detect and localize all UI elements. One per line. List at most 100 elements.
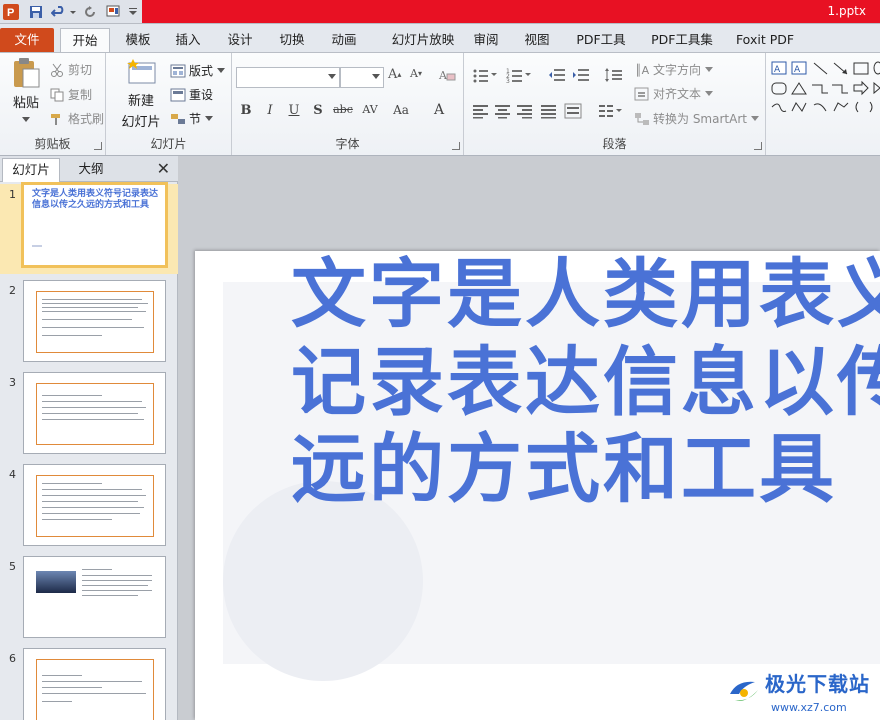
change-case-icon[interactable]: Aa <box>388 103 414 121</box>
tab-template[interactable]: 模板 <box>116 28 160 52</box>
columns-icon[interactable] <box>598 103 624 119</box>
layout-button[interactable]: 版式 <box>170 62 226 79</box>
align-text-button[interactable]: 对齐文本 <box>634 85 714 102</box>
shapes-gallery-icons[interactable]: A A <box>770 59 880 131</box>
font-color-icon[interactable]: A <box>428 102 450 120</box>
tab-file[interactable]: 文件 <box>0 28 54 52</box>
thumbnail-text-line <box>42 507 144 508</box>
underline-icon[interactable]: U <box>284 103 304 121</box>
svg-text:3: 3 <box>506 78 510 83</box>
section-button[interactable]: 节 <box>170 110 214 127</box>
thumbnail-text-line <box>42 687 102 688</box>
tab-foxit-pdf[interactable]: Foxit PDF <box>730 28 800 52</box>
tab-animations[interactable]: 动画 <box>322 28 366 52</box>
slide-canvas[interactable]: 文字是人类用表义 记录表达信息以传 远的方式和工具 <box>195 251 880 720</box>
clear-formatting-icon[interactable]: A <box>438 67 456 83</box>
tab-design[interactable]: 设计 <box>218 28 262 52</box>
line-spacing-icon[interactable] <box>604 67 628 83</box>
tab-slides-pane[interactable]: 幻灯片 <box>2 158 60 182</box>
grow-font-icon[interactable]: A ▴ <box>388 67 401 82</box>
layout-icon <box>170 64 186 77</box>
reset-button[interactable]: 重设 <box>170 86 213 103</box>
slide-title-line-3[interactable]: 远的方式和工具 <box>291 426 837 512</box>
undo-icon[interactable] <box>50 3 68 21</box>
strikethrough-icon[interactable]: abc <box>330 103 356 121</box>
start-slideshow-icon[interactable] <box>104 3 122 21</box>
undo-dropdown-icon[interactable] <box>68 3 78 21</box>
font-launcher-icon[interactable] <box>452 142 460 150</box>
convert-smartart-button[interactable]: 转换为 SmartArt <box>634 110 759 127</box>
tab-insert[interactable]: 插入 <box>166 28 210 52</box>
slides-group-label: 幻灯片 <box>150 137 187 151</box>
align-left-icon[interactable] <box>472 103 490 119</box>
bullets-icon[interactable] <box>472 67 498 83</box>
increase-indent-icon[interactable] <box>572 67 590 83</box>
shadow-icon[interactable]: S <box>308 103 328 121</box>
slide-thumbnail-3[interactable]: 3 <box>0 372 178 462</box>
slide-thumbnail-5[interactable]: 5 <box>0 556 178 646</box>
font-name-combo[interactable] <box>236 67 340 88</box>
slide-number: 1 <box>9 188 16 201</box>
copy-label: 复制 <box>68 88 93 102</box>
tab-transitions[interactable]: 切换 <box>270 28 314 52</box>
text-direction-button[interactable]: ║A 文字方向 <box>634 61 714 78</box>
thumbnail-text-line <box>42 303 148 304</box>
tab-review[interactable]: 审阅 <box>464 28 508 52</box>
thumbnail-text-line <box>42 681 142 682</box>
ribbon-tab-row: 文件 开始 模板 插入 设计 切换 动画 幻灯片放映 审阅 视图 PDF工具 P… <box>0 24 880 52</box>
slide-thumbnail-4[interactable]: 4 <box>0 464 178 554</box>
close-icon[interactable]: ✕ <box>157 159 170 178</box>
clipboard-launcher-icon[interactable] <box>94 142 102 150</box>
tab-view[interactable]: 视图 <box>515 28 559 52</box>
decrease-indent-icon[interactable] <box>548 67 566 83</box>
ribbon: 粘贴 剪切 复制 格式刷 剪贴板 新建 幻灯片 版式 重设 节 幻灯片 A ▴ … <box>0 52 880 156</box>
new-slide-button[interactable]: 新建 幻灯片 <box>116 57 166 130</box>
thumbnail-text-line <box>42 419 144 420</box>
paragraph-launcher-icon[interactable] <box>754 142 762 150</box>
thumbnail-text-line <box>42 501 138 502</box>
slide-number: 3 <box>9 376 16 389</box>
format-painter-button[interactable]: 格式刷 <box>50 110 104 127</box>
thumbnail-photo <box>36 571 76 593</box>
copy-button[interactable]: 复制 <box>50 86 92 103</box>
font-size-dropdown-icon[interactable] <box>372 74 380 79</box>
thumbnail-text-line <box>42 395 102 396</box>
thumbnail-text-line <box>42 693 146 694</box>
character-spacing-icon[interactable]: AV <box>358 103 382 121</box>
thumbnail-text-line <box>42 319 132 320</box>
tab-outline-pane[interactable]: 大纲 <box>62 158 120 182</box>
slide-number: 2 <box>9 284 16 297</box>
font-size-combo[interactable] <box>340 67 384 88</box>
numbering-icon[interactable]: 123 <box>506 67 532 83</box>
reset-label: 重设 <box>189 88 214 102</box>
align-center-icon[interactable] <box>494 103 512 119</box>
font-group-label: 字体 <box>335 137 360 151</box>
slide-thumbnail-1[interactable]: 1 文字是人类用表义符号记录表达信息以传之久远的方式和工具 <box>0 182 178 274</box>
align-right-icon[interactable] <box>516 103 534 119</box>
justify-icon[interactable] <box>540 103 558 119</box>
italic-icon[interactable]: I <box>260 103 280 121</box>
tab-home[interactable]: 开始 <box>60 28 110 52</box>
slide-title-line-1[interactable]: 文字是人类用表义 <box>291 251 880 337</box>
title-highlight-bar: 1.pptx <box>142 0 880 23</box>
save-icon[interactable] <box>28 3 44 21</box>
distributed-icon[interactable] <box>564 103 582 119</box>
customize-toolbar-icon[interactable] <box>126 3 140 21</box>
bold-icon[interactable]: B <box>236 103 256 121</box>
shapes-gallery[interactable]: A A <box>766 53 880 155</box>
cut-button[interactable]: 剪切 <box>50 61 92 78</box>
tab-slideshow[interactable]: 幻灯片放映 <box>378 28 468 52</box>
paste-button[interactable]: 粘贴 <box>8 57 44 111</box>
tab-pdf-tools[interactable]: PDF工具 <box>570 28 632 52</box>
paste-dropdown-icon[interactable] <box>22 117 30 123</box>
redo-icon[interactable] <box>82 3 98 21</box>
watermark-url: www.xz7.com <box>771 701 847 714</box>
tab-pdf-toolset[interactable]: PDF工具集 <box>645 28 719 52</box>
slide-thumbnail-6[interactable]: 6 <box>0 648 178 720</box>
shrink-font-icon[interactable]: A ▾ <box>410 67 422 80</box>
font-name-dropdown-icon[interactable] <box>328 74 336 79</box>
slide-thumbnail-2[interactable]: 2 <box>0 280 178 370</box>
convert-smartart-label: 转换为 SmartArt <box>653 112 747 126</box>
slide-thumbnail-preview <box>23 280 166 362</box>
slide-title-line-2[interactable]: 记录表达信息以传 <box>291 339 880 425</box>
